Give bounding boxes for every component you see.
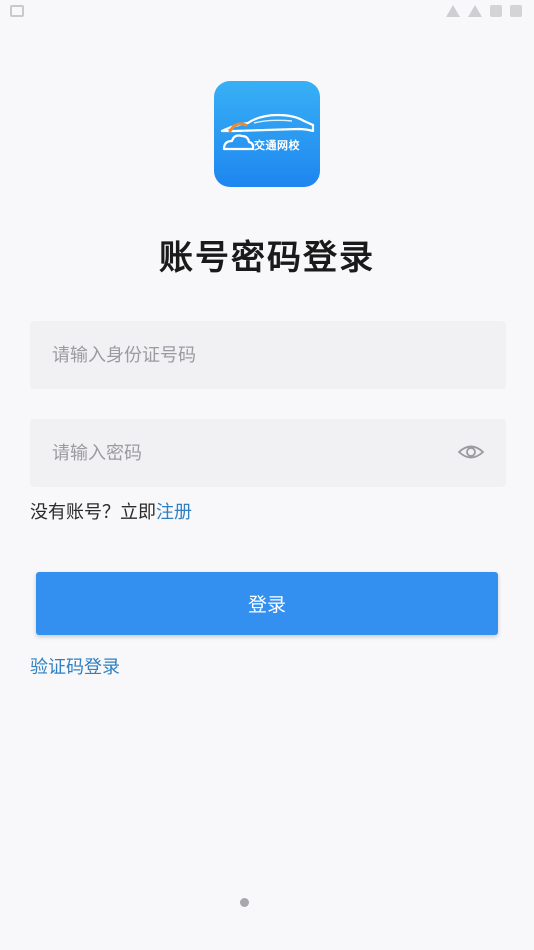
login-button[interactable]: 登录: [36, 572, 498, 635]
register-link[interactable]: 注册: [156, 502, 192, 523]
home-indicator: [240, 898, 249, 907]
wifi-icon: [446, 5, 460, 17]
logo-text: 交通网校: [254, 139, 300, 152]
id-number-input[interactable]: [52, 321, 452, 389]
password-input[interactable]: [52, 419, 452, 487]
status-icons: [446, 5, 522, 17]
code-login-link[interactable]: 验证码登录: [30, 653, 120, 679]
register-prompt-text: 没有账号？立即: [30, 502, 156, 523]
car-cloud-icon: [220, 113, 315, 151]
password-field[interactable]: [30, 419, 506, 487]
id-number-field[interactable]: [30, 321, 506, 389]
signal-icon: [468, 5, 482, 17]
battery-icon: [490, 5, 502, 17]
eye-icon[interactable]: [458, 441, 484, 463]
clock-icon: [510, 5, 522, 17]
register-prompt: 没有账号？立即注册: [30, 498, 192, 524]
login-screen: 交通网校 账号密码登录 没有账号？立即注册 登录 验证码登录: [0, 0, 534, 950]
status-bar: [0, 0, 534, 26]
app-logo: 交通网校: [214, 81, 320, 187]
page-title: 账号密码登录: [159, 238, 375, 278]
notification-icon: [10, 5, 24, 17]
